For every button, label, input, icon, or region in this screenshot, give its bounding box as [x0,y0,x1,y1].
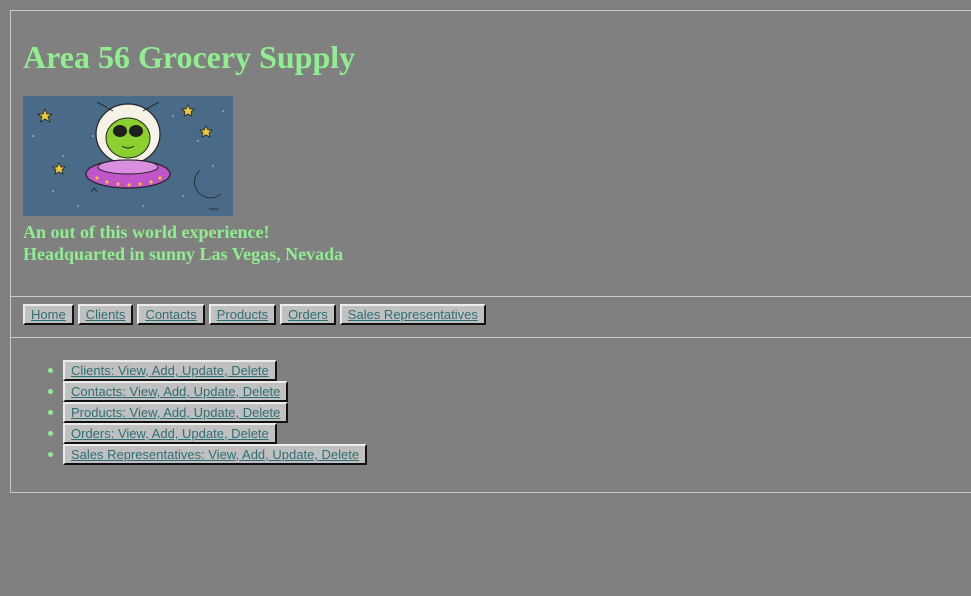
list-item: Products: View, Add, Update, Delete [11,402,367,423]
tagline: An out of this world experience! [23,222,270,242]
site-title: Area 56 Grocery Supply [23,39,356,75]
header-panel: Area 56 Grocery Supply An out of this wo… [10,10,971,296]
list-item: Contacts: View, Add, Update, Delete [11,381,367,402]
products-crud-link[interactable]: Products: View, Add, Update, Delete [63,402,289,423]
headquarters-text: Headquarted in sunny Las Vegas, Nevada [23,244,344,264]
alien-ufo-logo [23,96,233,216]
orders-crud-link[interactable]: Orders: View, Add, Update, Delete [63,423,277,444]
main-content: Clients: View, Add, Update, Delete Conta… [10,337,971,493]
list-item: Orders: View, Add, Update, Delete [11,423,367,444]
bullet-icon [48,452,53,457]
contacts-crud-link[interactable]: Contacts: View, Add, Update, Delete [63,381,289,402]
list-item: Clients: View, Add, Update, Delete [11,360,367,381]
nav-products-button[interactable]: Products [208,304,277,325]
nav-orders-button[interactable]: Orders [280,304,336,325]
bullet-icon [48,368,53,373]
sales-reps-crud-link[interactable]: Sales Representatives: View, Add, Update… [63,444,368,465]
bullet-icon [48,410,53,415]
nav-home-button[interactable]: Home [23,304,74,325]
nav-clients-button[interactable]: Clients [77,304,134,325]
nav-menu: Home Clients Contacts Products Orders Sa… [23,304,486,325]
nav-sales-reps-button[interactable]: Sales Representatives [339,304,486,325]
list-item: Sales Representatives: View, Add, Update… [11,444,368,465]
clients-crud-link[interactable]: Clients: View, Add, Update, Delete [63,360,277,381]
action-list: Clients: View, Add, Update, Delete Conta… [11,360,368,465]
bullet-icon [48,389,53,394]
bullet-icon [48,431,53,436]
nav-contacts-button[interactable]: Contacts [137,304,205,325]
nav-bar: Home Clients Contacts Products Orders Sa… [10,296,971,337]
